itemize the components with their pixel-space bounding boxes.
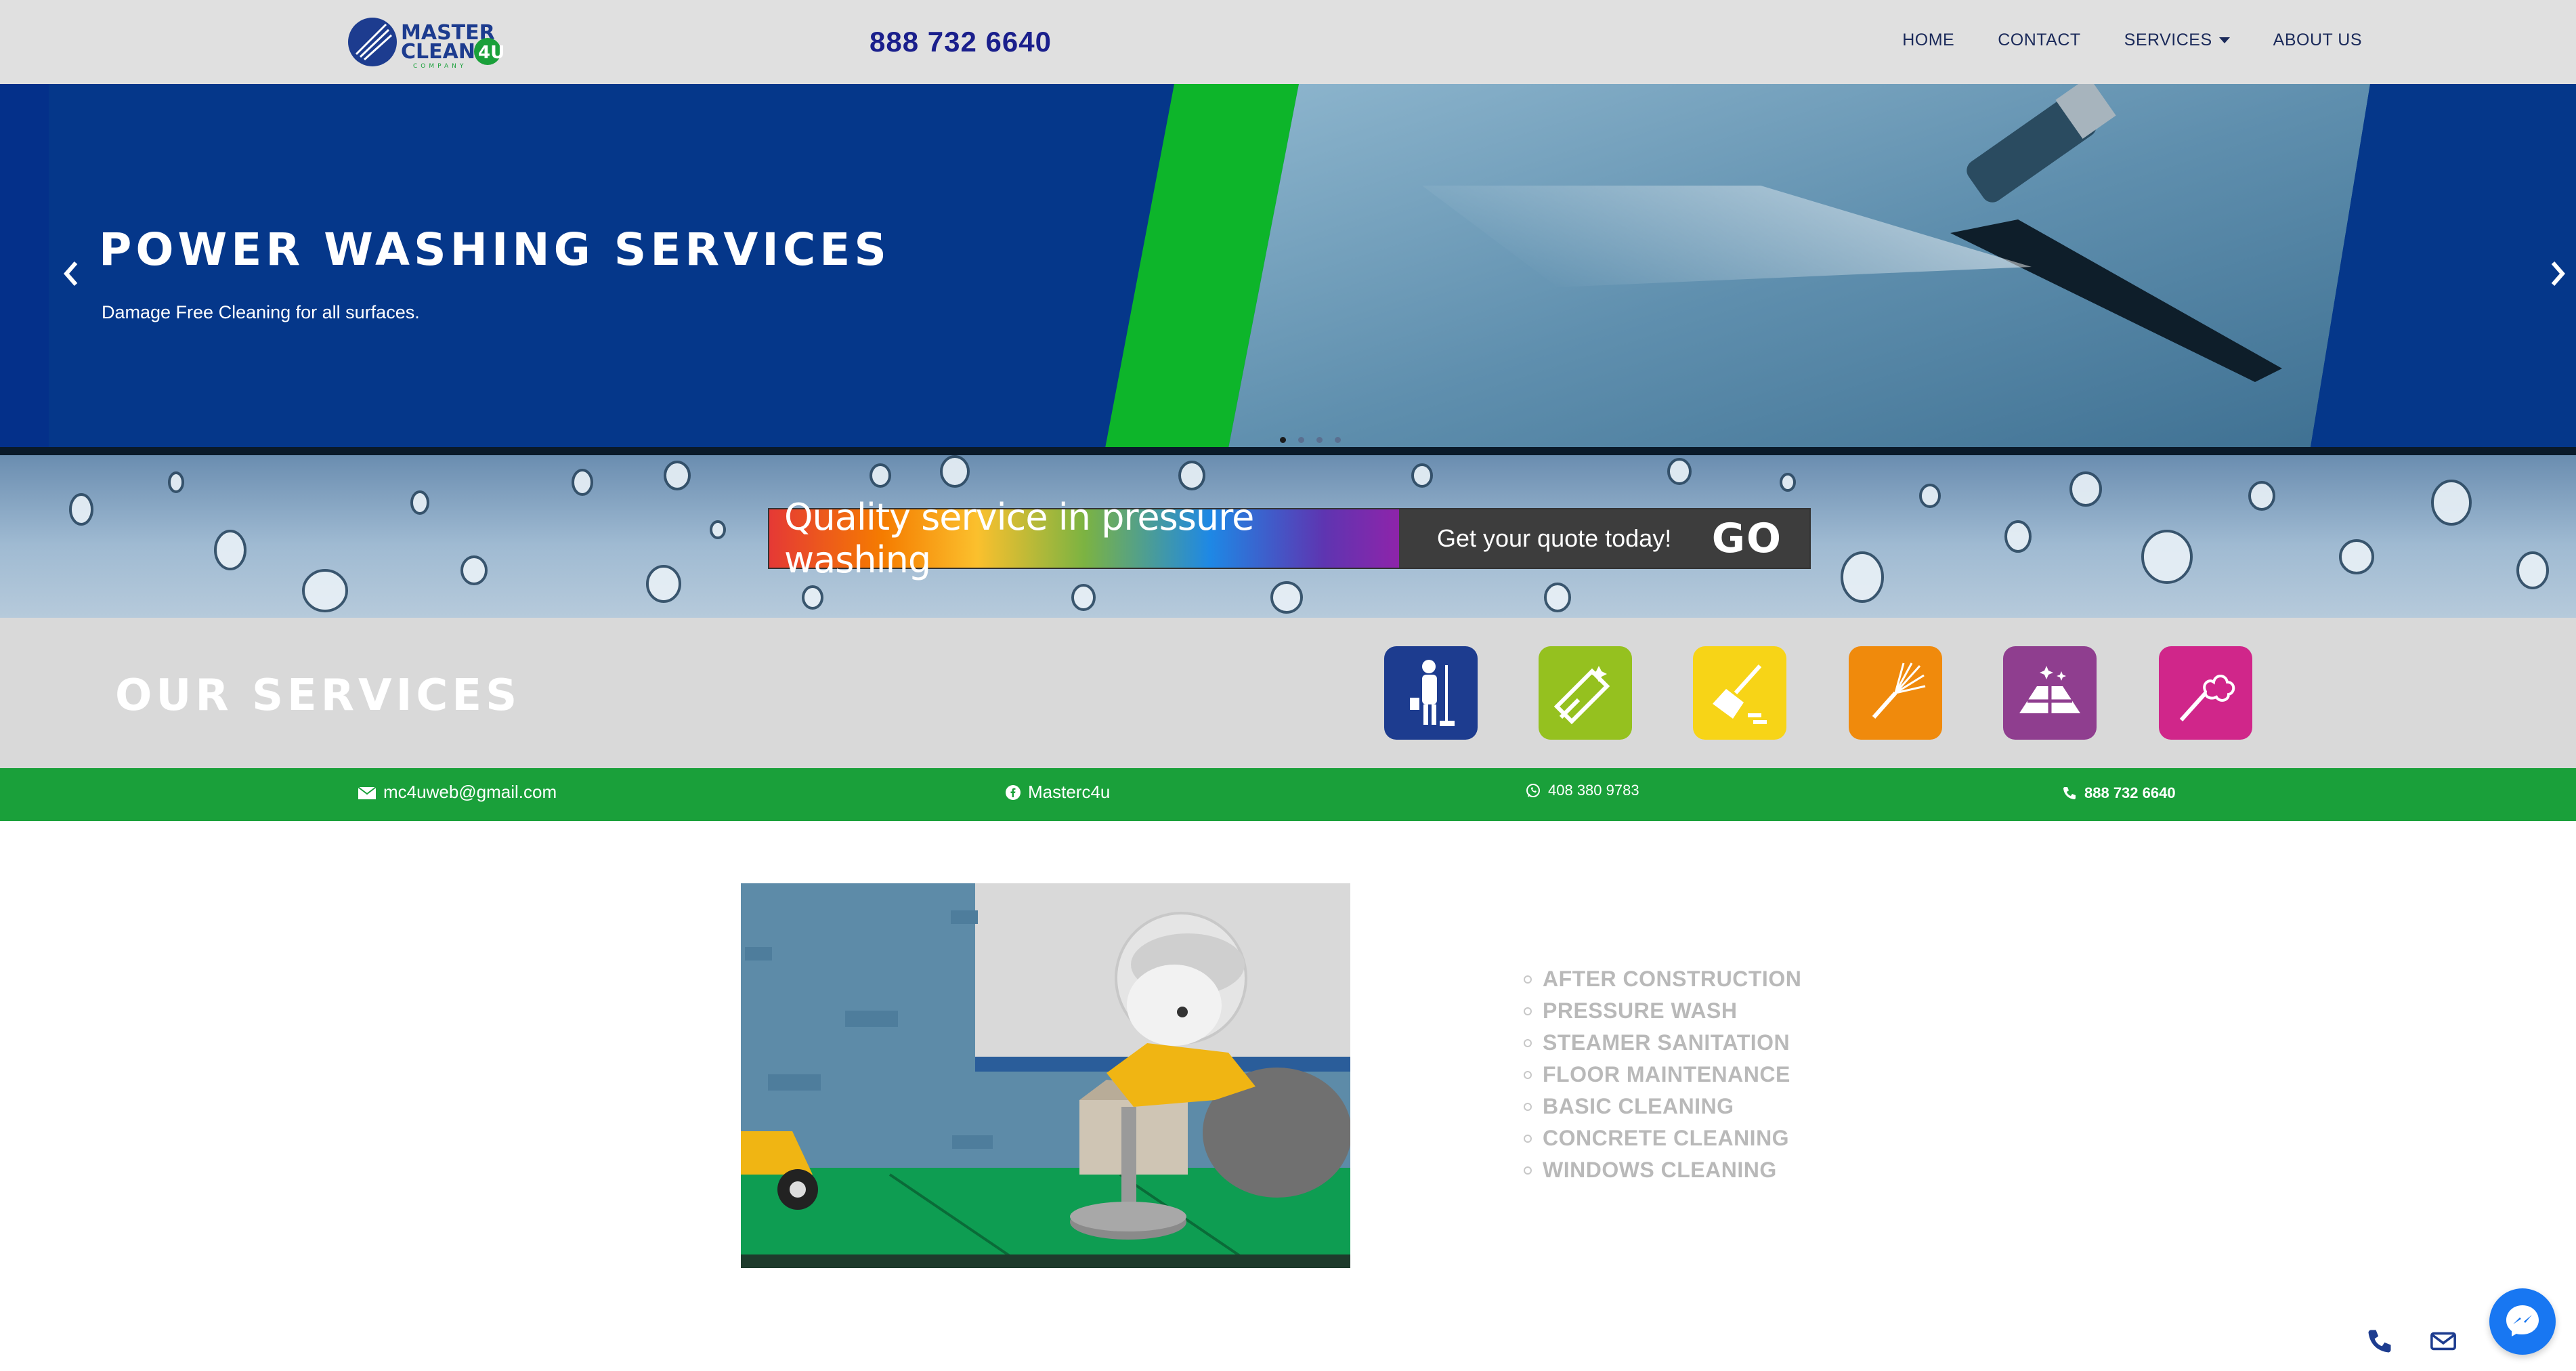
slider-dot[interactable] (1316, 437, 1323, 443)
go-button[interactable]: GO (1712, 515, 1782, 562)
bullet-icon (1524, 975, 1532, 984)
site-header: MASTER CLEAN 4U COMPANY 888 732 6640 HOM… (0, 0, 2576, 84)
list-item-label: STEAMER SANITATION (1543, 1030, 1790, 1055)
list-item-label: PRESSURE WASH (1543, 998, 1738, 1023)
contact-facebook[interactable]: Masterc4u (1005, 782, 1110, 803)
water-drops-band: Quality service in pressure washing Get … (0, 455, 2576, 618)
hero-slider: POWER WASHING SERVICES Damage Free Clean… (0, 84, 2576, 455)
broom-icon[interactable] (1693, 646, 1786, 740)
hero-subtitle: Damage Free Cleaning for all surfaces. (102, 302, 420, 322)
promo-cta-text: Get your quote today! (1437, 524, 1672, 552)
hero-title: POWER WASHING SERVICES (99, 224, 890, 276)
bullet-icon (1524, 1166, 1532, 1175)
cleaning-robot-illustration (741, 883, 1350, 1268)
messenger-icon (2506, 1305, 2539, 1336)
list-item[interactable]: PRESSURE WASH (1524, 995, 1801, 1027)
svg-text:CLEAN: CLEAN (401, 40, 475, 64)
list-item-label: CONCRETE CLEANING (1543, 1126, 1790, 1150)
nav-home[interactable]: HOME (1902, 30, 1954, 50)
hero-left-shade (0, 84, 49, 455)
list-item[interactable]: WINDOWS CLEANING (1524, 1154, 1801, 1186)
hero-bottom-border (0, 447, 2576, 455)
promo-headline: Quality service in pressure washing (784, 496, 1254, 581)
header-phone[interactable]: 888 732 6640 (870, 26, 1052, 58)
messenger-chat-button[interactable] (2489, 1288, 2556, 1355)
chevron-right-icon (2551, 261, 2565, 286)
list-item[interactable]: CONCRETE CLEANING (1524, 1122, 1801, 1154)
slider-prev-button[interactable] (58, 253, 85, 294)
company-logo[interactable]: MASTER CLEAN 4U COMPANY (347, 15, 509, 70)
floor-shine-icon[interactable] (2003, 646, 2097, 740)
list-item[interactable]: BASIC CLEANING (1524, 1091, 1801, 1122)
our-services-title: OUR SERVICES (115, 671, 521, 721)
chevron-left-icon (64, 261, 78, 286)
main-nav: HOME CONTACT SERVICES ABOUT US (1902, 30, 2362, 50)
contact-phone[interactable]: 888 732 6640 (2061, 784, 2176, 802)
contact-whatsapp[interactable]: 408 380 9783 (1525, 782, 1639, 799)
whisk-broom-icon[interactable] (1849, 646, 1942, 740)
list-item[interactable]: AFTER CONSTRUCTION (1524, 963, 1801, 995)
svg-text:4U: 4U (478, 43, 505, 63)
nav-contact[interactable]: CONTACT (1998, 30, 2080, 50)
slider-dot[interactable] (1298, 437, 1304, 443)
services-list: AFTER CONSTRUCTION PRESSURE WASH STEAMER… (1524, 963, 1801, 1186)
mail-icon (358, 786, 377, 799)
steam-spray-icon[interactable] (2159, 646, 2252, 740)
floating-mail-button[interactable] (2430, 1328, 2457, 1355)
list-item-label: AFTER CONSTRUCTION (1543, 967, 1802, 991)
page: MASTER CLEAN 4U COMPANY 888 732 6640 HOM… (0, 0, 2576, 1371)
svg-text:COMPANY: COMPANY (413, 63, 467, 69)
contact-facebook-text: Masterc4u (1028, 782, 1111, 802)
list-item-label: BASIC CLEANING (1543, 1094, 1734, 1118)
slider-next-button[interactable] (2543, 253, 2571, 294)
bullet-icon (1524, 1134, 1532, 1143)
phone-icon (2063, 787, 2076, 799)
mail-icon (2430, 1332, 2456, 1351)
facebook-icon (1006, 784, 1021, 800)
contact-email[interactable]: mc4uweb@gmail.com (358, 782, 557, 803)
slider-dot[interactable] (1335, 437, 1341, 443)
bullet-icon (1524, 1102, 1532, 1111)
our-services-strip: OUR SERVICES (0, 618, 2576, 768)
list-item-label: FLOOR MAINTENANCE (1543, 1062, 1790, 1087)
nav-about[interactable]: ABOUT US (2273, 30, 2362, 50)
phone-icon (2368, 1330, 2391, 1353)
caret-down-icon (2218, 37, 2230, 43)
janitor-icon[interactable] (1384, 646, 1478, 740)
promo-banner[interactable]: Quality service in pressure washing Get … (768, 496, 1811, 581)
list-item[interactable]: STEAMER SANITATION (1524, 1027, 1801, 1059)
contact-phone-text: 888 732 6640 (2084, 784, 2176, 801)
bullet-icon (1524, 1007, 1532, 1015)
nav-services[interactable]: SERVICES (2124, 30, 2230, 50)
list-item[interactable]: FLOOR MAINTENANCE (1524, 1059, 1801, 1091)
promo-headline-box: Quality service in pressure washing (769, 496, 1399, 581)
slider-dot[interactable] (1280, 437, 1286, 443)
list-item-label: WINDOWS CLEANING (1543, 1158, 1777, 1182)
window-squeegee-icon[interactable] (1539, 646, 1632, 740)
promo-cta-box: Get your quote today! GO (1399, 509, 1809, 568)
slider-dots (1280, 437, 1341, 443)
contact-whatsapp-text: 408 380 9783 (1548, 782, 1639, 799)
contact-bar: mc4uweb@gmail.com Masterc4u 408 380 9783… (0, 768, 2576, 821)
bullet-icon (1524, 1038, 1532, 1047)
contact-email-text: mc4uweb@gmail.com (383, 782, 557, 802)
whatsapp-icon (1526, 784, 1540, 797)
nav-services-label: SERVICES (2124, 30, 2212, 49)
bullet-icon (1524, 1070, 1532, 1079)
floating-phone-button[interactable] (2365, 1326, 2395, 1356)
